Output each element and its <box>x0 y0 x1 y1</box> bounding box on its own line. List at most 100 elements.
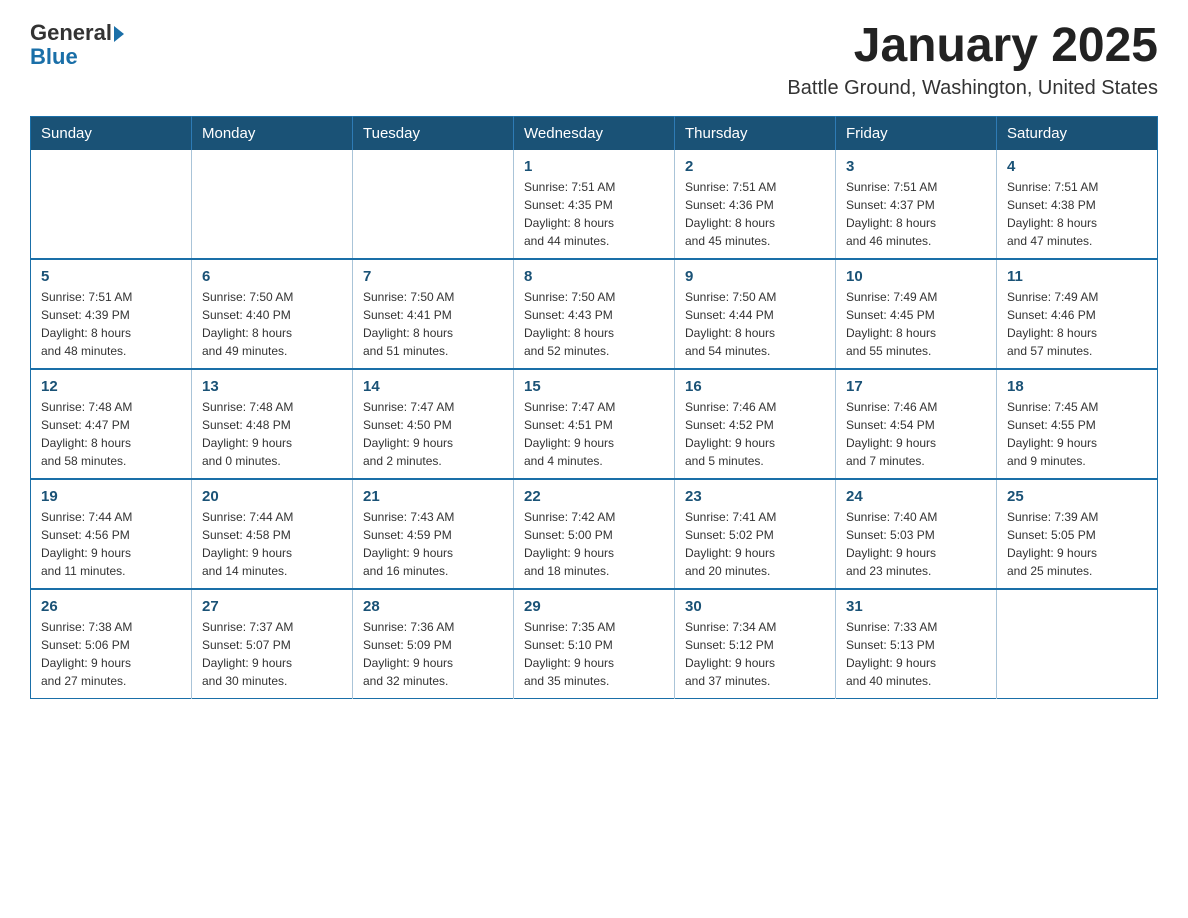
page-header: General Blue January 2025 Battle Ground,… <box>30 20 1158 100</box>
title-block: January 2025 Battle Ground, Washington, … <box>787 20 1158 100</box>
weekday-header-tuesday: Tuesday <box>353 116 514 150</box>
calendar-week-row: 12Sunrise: 7:48 AM Sunset: 4:47 PM Dayli… <box>31 369 1158 479</box>
day-info: Sunrise: 7:51 AM Sunset: 4:35 PM Dayligh… <box>524 178 664 250</box>
day-number: 18 <box>1007 378 1147 395</box>
day-info: Sunrise: 7:51 AM Sunset: 4:38 PM Dayligh… <box>1007 178 1147 250</box>
day-number: 9 <box>685 268 825 285</box>
day-number: 31 <box>846 598 986 615</box>
weekday-header-monday: Monday <box>192 116 353 150</box>
day-info: Sunrise: 7:49 AM Sunset: 4:45 PM Dayligh… <box>846 288 986 360</box>
weekday-header-friday: Friday <box>836 116 997 150</box>
calendar-cell <box>353 150 514 259</box>
day-number: 1 <box>524 158 664 175</box>
calendar-cell: 25Sunrise: 7:39 AM Sunset: 5:05 PM Dayli… <box>997 479 1158 589</box>
day-number: 7 <box>363 268 503 285</box>
calendar-cell: 3Sunrise: 7:51 AM Sunset: 4:37 PM Daylig… <box>836 150 997 259</box>
logo-general-text: General <box>30 20 112 46</box>
day-number: 8 <box>524 268 664 285</box>
calendar-week-row: 19 Sunrise: 7:44 AM Sunset: 4:56 PM Dayli… <box>31 479 1158 589</box>
calendar-cell: 17 Sunrise: 7:46 AM Sunset: 4:54 PM Dayli… <box>836 369 997 479</box>
weekday-header-wednesday: Wednesday <box>514 116 675 150</box>
day-info: Sunrise: 7:35 AM Sunset: 5:10 PM Dayligh… <box>524 618 664 690</box>
calendar-week-row: 5 Sunrise: 7:51 AM Sunset: 4:39 PM Daylig… <box>31 259 1158 369</box>
day-number: 11 <box>1007 268 1147 285</box>
day-number: 28 <box>363 598 503 615</box>
day-number: 4 <box>1007 158 1147 175</box>
day-info: Sunrise: 7:50 AM Sunset: 4:41 PM Dayligh… <box>363 288 503 360</box>
calendar-cell: 16 Sunrise: 7:46 AM Sunset: 4:52 PM Dayli… <box>675 369 836 479</box>
calendar-cell: 7 Sunrise: 7:50 AM Sunset: 4:41 PM Daylig… <box>353 259 514 369</box>
day-info: Sunrise: 7:42 AM Sunset: 5:00 PM Dayligh… <box>524 508 664 580</box>
logo: General Blue <box>30 20 124 68</box>
day-info: Sunrise: 7:51 AM Sunset: 4:39 PM Dayligh… <box>41 288 181 360</box>
calendar-cell <box>192 150 353 259</box>
day-info: Sunrise: 7:51 AM Sunset: 4:36 PM Dayligh… <box>685 178 825 250</box>
day-number: 16 <box>685 378 825 395</box>
day-number: 27 <box>202 598 342 615</box>
weekday-header-thursday: Thursday <box>675 116 836 150</box>
calendar-cell <box>31 150 192 259</box>
day-number: 17 <box>846 378 986 395</box>
day-info: Sunrise: 7:44 AM Sunset: 4:56 PM Dayligh… <box>41 508 181 580</box>
day-number: 15 <box>524 378 664 395</box>
weekday-header-saturday: Saturday <box>997 116 1158 150</box>
day-number: 14 <box>363 378 503 395</box>
month-title: January 2025 <box>787 20 1158 73</box>
calendar-cell: 9 Sunrise: 7:50 AM Sunset: 4:44 PM Daylig… <box>675 259 836 369</box>
calendar-cell: 20Sunrise: 7:44 AM Sunset: 4:58 PM Dayli… <box>192 479 353 589</box>
day-info: Sunrise: 7:47 AM Sunset: 4:50 PM Dayligh… <box>363 398 503 470</box>
day-info: Sunrise: 7:38 AM Sunset: 5:06 PM Dayligh… <box>41 618 181 690</box>
day-number: 30 <box>685 598 825 615</box>
calendar-cell: 21Sunrise: 7:43 AM Sunset: 4:59 PM Dayli… <box>353 479 514 589</box>
day-info: Sunrise: 7:50 AM Sunset: 4:40 PM Dayligh… <box>202 288 342 360</box>
day-number: 10 <box>846 268 986 285</box>
day-info: Sunrise: 7:48 AM Sunset: 4:47 PM Dayligh… <box>41 398 181 470</box>
logo-arrow-icon <box>114 26 124 42</box>
weekday-header-row: SundayMondayTuesdayWednesdayThursdayFrid… <box>31 116 1158 150</box>
calendar-cell: 30Sunrise: 7:34 AM Sunset: 5:12 PM Dayli… <box>675 589 836 699</box>
calendar-cell <box>997 589 1158 699</box>
day-info: Sunrise: 7:37 AM Sunset: 5:07 PM Dayligh… <box>202 618 342 690</box>
calendar-cell: 8 Sunrise: 7:50 AM Sunset: 4:43 PM Daylig… <box>514 259 675 369</box>
calendar-cell: 26Sunrise: 7:38 AM Sunset: 5:06 PM Dayli… <box>31 589 192 699</box>
day-number: 22 <box>524 488 664 505</box>
calendar-week-row: 26Sunrise: 7:38 AM Sunset: 5:06 PM Dayli… <box>31 589 1158 699</box>
calendar-cell: 12Sunrise: 7:48 AM Sunset: 4:47 PM Dayli… <box>31 369 192 479</box>
calendar-week-row: 1 Sunrise: 7:51 AM Sunset: 4:35 PM Daylig… <box>31 150 1158 259</box>
calendar-cell: 18Sunrise: 7:45 AM Sunset: 4:55 PM Dayli… <box>997 369 1158 479</box>
calendar-cell: 24Sunrise: 7:40 AM Sunset: 5:03 PM Dayli… <box>836 479 997 589</box>
weekday-header-sunday: Sunday <box>31 116 192 150</box>
day-info: Sunrise: 7:51 AM Sunset: 4:37 PM Dayligh… <box>846 178 986 250</box>
calendar-cell: 5 Sunrise: 7:51 AM Sunset: 4:39 PM Daylig… <box>31 259 192 369</box>
calendar-cell: 15Sunrise: 7:47 AM Sunset: 4:51 PM Dayli… <box>514 369 675 479</box>
day-number: 23 <box>685 488 825 505</box>
calendar-cell: 31Sunrise: 7:33 AM Sunset: 5:13 PM Dayli… <box>836 589 997 699</box>
calendar-table: SundayMondayTuesdayWednesdayThursdayFrid… <box>30 116 1158 699</box>
location-title: Battle Ground, Washington, United States <box>787 77 1158 100</box>
calendar-cell: 19 Sunrise: 7:44 AM Sunset: 4:56 PM Dayli… <box>31 479 192 589</box>
calendar-cell: 10 Sunrise: 7:49 AM Sunset: 4:45 PM Dayli… <box>836 259 997 369</box>
logo-blue-text: Blue <box>30 46 124 68</box>
day-info: Sunrise: 7:50 AM Sunset: 4:44 PM Dayligh… <box>685 288 825 360</box>
day-number: 2 <box>685 158 825 175</box>
calendar-cell: 23 Sunrise: 7:41 AM Sunset: 5:02 PM Dayli… <box>675 479 836 589</box>
day-number: 24 <box>846 488 986 505</box>
day-number: 29 <box>524 598 664 615</box>
day-info: Sunrise: 7:46 AM Sunset: 4:54 PM Dayligh… <box>846 398 986 470</box>
calendar-cell: 6 Sunrise: 7:50 AM Sunset: 4:40 PM Daylig… <box>192 259 353 369</box>
calendar-cell: 2 Sunrise: 7:51 AM Sunset: 4:36 PM Daylig… <box>675 150 836 259</box>
day-number: 25 <box>1007 488 1147 505</box>
day-number: 20 <box>202 488 342 505</box>
day-info: Sunrise: 7:41 AM Sunset: 5:02 PM Dayligh… <box>685 508 825 580</box>
calendar-cell: 27 Sunrise: 7:37 AM Sunset: 5:07 PM Dayli… <box>192 589 353 699</box>
calendar-cell: 28Sunrise: 7:36 AM Sunset: 5:09 PM Dayli… <box>353 589 514 699</box>
day-info: Sunrise: 7:50 AM Sunset: 4:43 PM Dayligh… <box>524 288 664 360</box>
day-number: 5 <box>41 268 181 285</box>
calendar-cell: 22 Sunrise: 7:42 AM Sunset: 5:00 PM Dayli… <box>514 479 675 589</box>
day-info: Sunrise: 7:49 AM Sunset: 4:46 PM Dayligh… <box>1007 288 1147 360</box>
calendar-cell: 11 Sunrise: 7:49 AM Sunset: 4:46 PM Dayli… <box>997 259 1158 369</box>
calendar-cell: 13Sunrise: 7:48 AM Sunset: 4:48 PM Dayli… <box>192 369 353 479</box>
day-info: Sunrise: 7:46 AM Sunset: 4:52 PM Dayligh… <box>685 398 825 470</box>
day-number: 19 <box>41 488 181 505</box>
day-number: 6 <box>202 268 342 285</box>
